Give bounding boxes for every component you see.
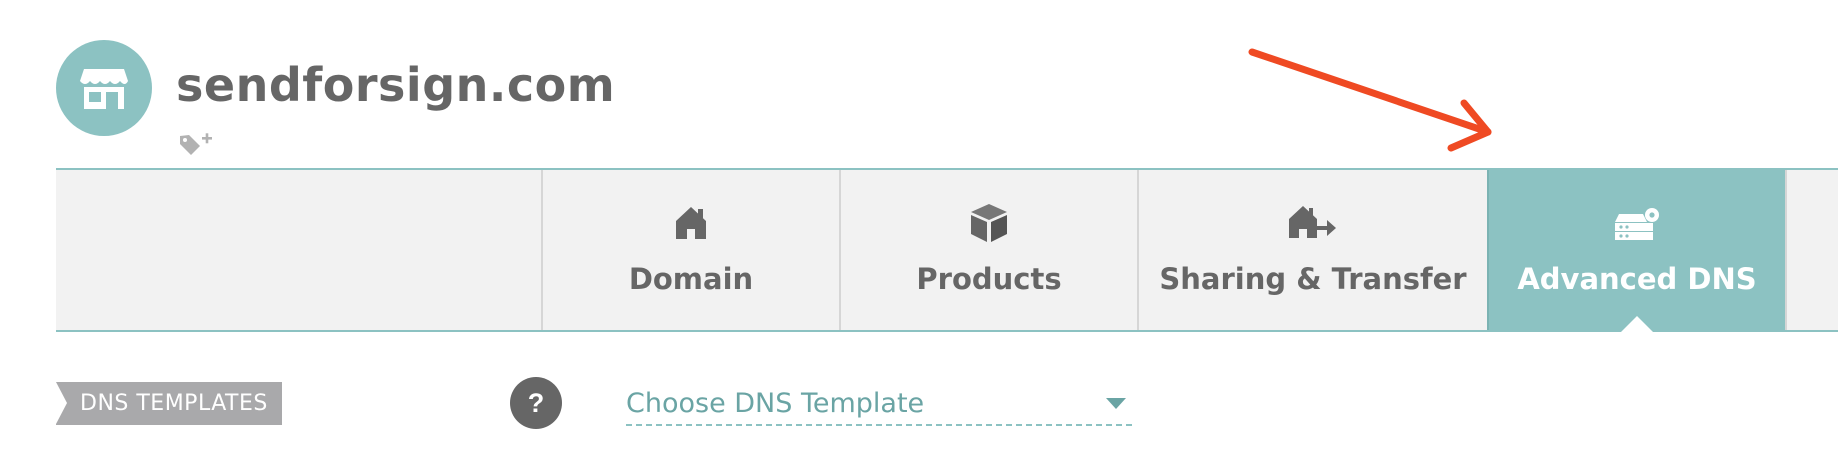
domain-title: sendforsign.com xyxy=(176,58,616,112)
tab-divider xyxy=(1785,170,1787,330)
tab-advanced-dns-label: Advanced DNS xyxy=(1517,262,1757,296)
tag-add-icon[interactable] xyxy=(178,130,214,160)
dns-template-select[interactable]: Choose DNS Template xyxy=(626,382,1132,426)
help-icon[interactable]: ? xyxy=(510,377,562,429)
domain-tab-bar: Domain Products Sharing & Transfer Advan… xyxy=(56,168,1838,332)
tab-products[interactable]: Products xyxy=(839,170,1137,330)
server-gear-icon xyxy=(1615,208,1659,240)
house-icon xyxy=(676,207,706,239)
dns-template-select-text: Choose DNS Template xyxy=(626,387,925,419)
tab-domain-label: Domain xyxy=(628,262,754,296)
active-tab-caret xyxy=(1621,316,1653,332)
domain-avatar xyxy=(56,40,152,136)
tab-products-label: Products xyxy=(916,262,1062,296)
tab-advanced-dns[interactable]: Advanced DNS xyxy=(1487,170,1785,332)
chevron-down-icon xyxy=(1106,397,1126,409)
house-transfer-icon xyxy=(1289,206,1336,238)
box-icon xyxy=(971,204,1007,242)
tab-sharing-transfer-label: Sharing & Transfer xyxy=(1159,262,1467,296)
dns-templates-badge: DNS TEMPLATES xyxy=(56,382,282,425)
storefront-icon xyxy=(80,69,128,109)
tab-sharing-transfer[interactable]: Sharing & Transfer xyxy=(1137,170,1487,330)
red-arrow-icon xyxy=(1248,48,1492,152)
tab-domain[interactable]: Domain xyxy=(541,170,839,330)
